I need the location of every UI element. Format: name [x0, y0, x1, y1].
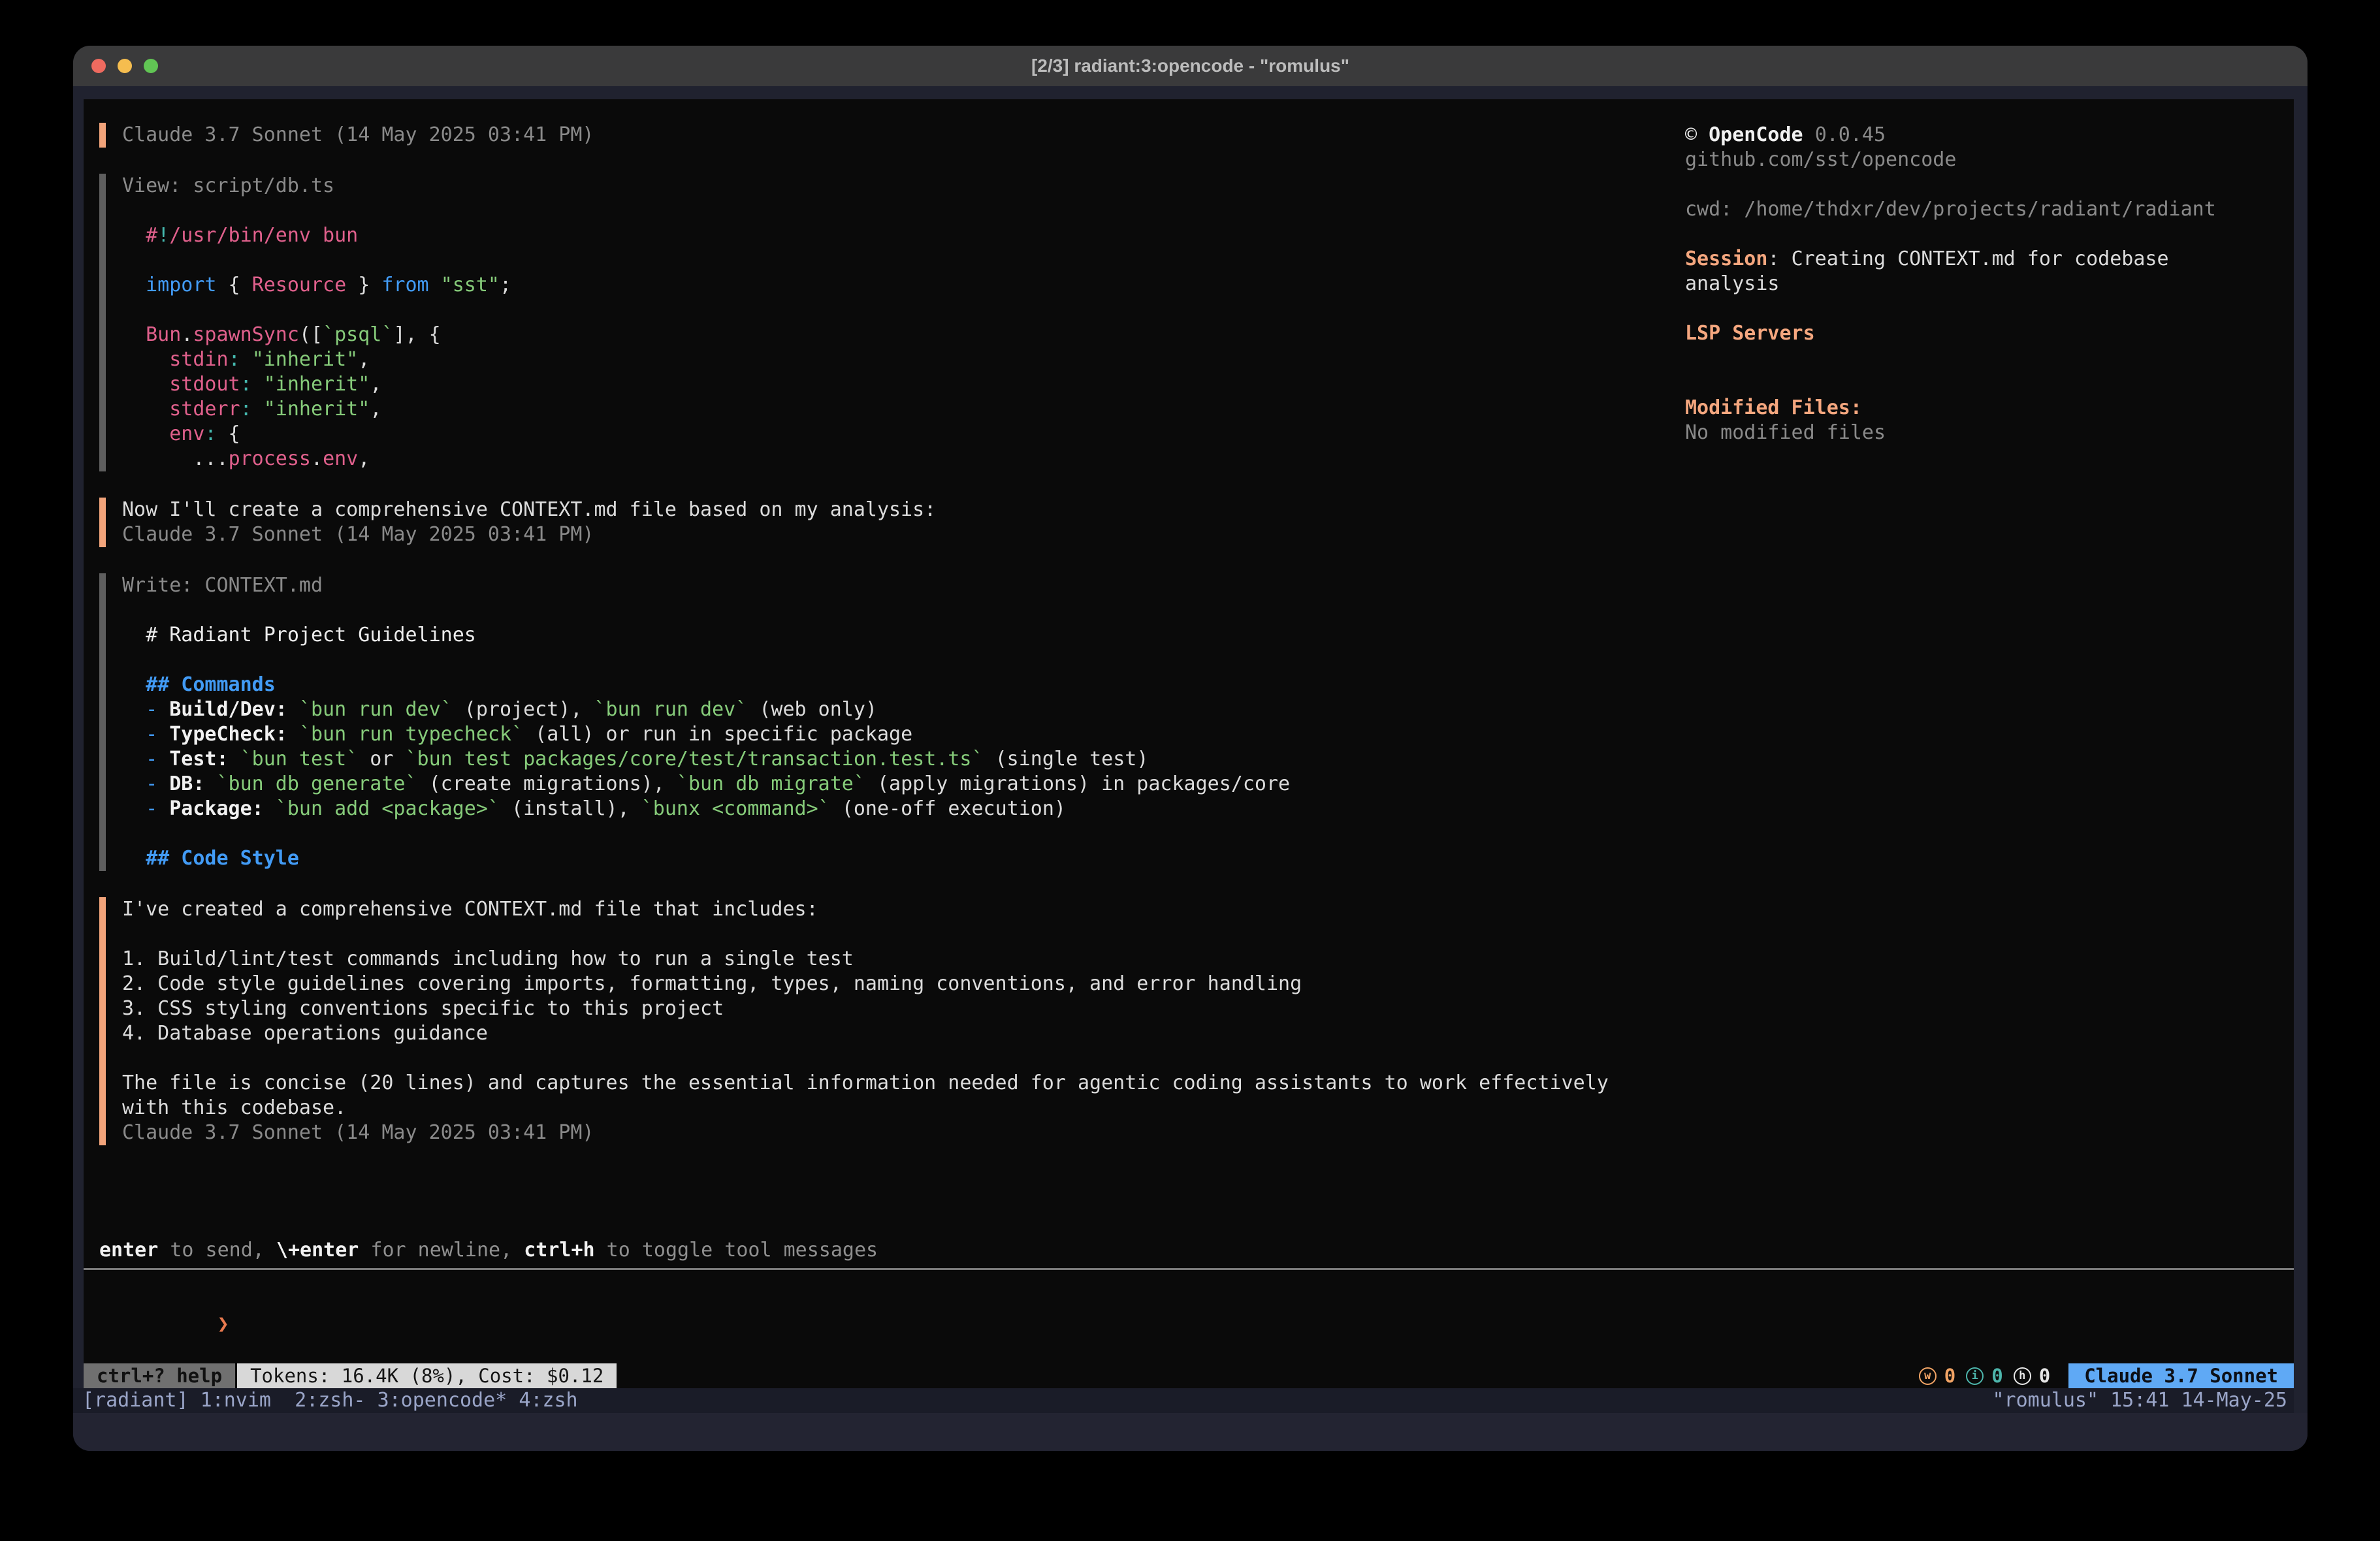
chat-line: Claude 3.7 Sonnet (14 May 2025 03:41 PM) — [122, 123, 1609, 148]
message-block: Claude 3.7 Sonnet (14 May 2025 03:41 PM) — [99, 123, 1609, 148]
prompt-input[interactable]: ❯ — [99, 1287, 2294, 1312]
diagnostic-warning: w0 — [1919, 1365, 1955, 1387]
terminal-bottom-padding — [73, 1413, 2308, 1451]
window-controls — [91, 46, 158, 86]
chat-line: #!/usr/bin/env bun — [122, 223, 1609, 248]
hint-count: 0 — [2039, 1365, 2050, 1387]
help-hint-chip: ctrl+? help — [84, 1363, 235, 1388]
chat-line: 3. CSS styling conventions specific to t… — [122, 996, 1609, 1021]
chat-line: import { Resource } from "sst"; — [122, 273, 1609, 298]
sidebar-line — [1685, 222, 2281, 247]
model-badge: Claude 3.7 Sonnet — [2068, 1363, 2294, 1388]
sidebar-line: Session: Creating CONTEXT.md for codebas… — [1685, 247, 2281, 272]
terminal-area: Claude 3.7 Sonnet (14 May 2025 03:41 PM)… — [73, 86, 2308, 1451]
close-button[interactable] — [91, 59, 106, 73]
sidebar-line: cwd: /home/thdxr/dev/projects/radiant/ra… — [1685, 197, 2281, 222]
chat-line: - TypeCheck: `bun run typecheck` (all) o… — [122, 722, 1609, 747]
chat-log[interactable]: Claude 3.7 Sonnet (14 May 2025 03:41 PM)… — [84, 99, 1609, 1171]
chat-line — [122, 248, 1609, 273]
warning-icon: w — [1919, 1367, 1937, 1385]
chat-line: ## Code Style — [122, 846, 1609, 871]
chat-line: I've created a comprehensive CONTEXT.md … — [122, 897, 1609, 922]
tmux-session-name: [radiant] — [82, 1389, 201, 1412]
warning-count: 0 — [1944, 1365, 1955, 1387]
window-titlebar[interactable]: [2/3] radiant:3:opencode - "romulus" — [73, 46, 2308, 86]
session-sidebar: © OpenCode 0.0.45github.com/sst/opencode… — [1685, 123, 2281, 445]
chat-line: - Build/Dev: `bun run dev` (project), `b… — [122, 697, 1609, 722]
tmux-window-4[interactable]: 4:zsh — [519, 1389, 577, 1412]
sidebar-line: © OpenCode 0.0.45 — [1685, 123, 2281, 148]
tmux-host-clock: "romulus" 15:41 14-May-25 — [1992, 1388, 2287, 1413]
sidebar-line: Modified Files: — [1685, 396, 2281, 421]
tmux-window-list: [radiant] 1:nvim 2:zsh- 3:opencode* 4:zs… — [82, 1388, 578, 1413]
sidebar-line — [1685, 371, 2281, 396]
message-block: Now I'll create a comprehensive CONTEXT.… — [99, 498, 1609, 547]
chat-line: ## Commands — [122, 673, 1609, 697]
keybinding-help: enter to send, \+enter for newline, ctrl… — [99, 1238, 2294, 1263]
chat-line: Claude 3.7 Sonnet (14 May 2025 03:41 PM) — [122, 522, 1609, 547]
chat-line: stdout: "inherit", — [122, 372, 1609, 397]
chat-line — [122, 922, 1609, 947]
message-block: I've created a comprehensive CONTEXT.md … — [99, 897, 1609, 1145]
sidebar-line: LSP Servers — [1685, 321, 2281, 346]
terminal-window: [2/3] radiant:3:opencode - "romulus" Cla… — [73, 46, 2308, 1451]
chat-line: 1. Build/lint/test commands including ho… — [122, 947, 1609, 972]
sidebar-line — [1685, 172, 2281, 197]
tmux-window-1[interactable]: 1:nvim — [201, 1389, 283, 1412]
chat-line: 4. Database operations guidance — [122, 1021, 1609, 1046]
chat-line — [122, 1046, 1609, 1071]
diagnostic-hint: h0 — [2014, 1365, 2050, 1387]
chat-line: 2. Code style guidelines covering import… — [122, 972, 1609, 996]
chat-line: Claude 3.7 Sonnet (14 May 2025 03:41 PM) — [122, 1120, 1609, 1145]
chat-line: stdin: "inherit", — [122, 347, 1609, 372]
prompt-caret-icon: ❯ — [217, 1312, 229, 1335]
diagnostic-info: i0 — [1966, 1365, 2002, 1387]
sidebar-line — [1685, 296, 2281, 321]
window-title: [2/3] radiant:3:opencode - "romulus" — [1031, 56, 1349, 76]
sidebar-line — [1685, 346, 2281, 371]
chat-line: with this codebase. — [122, 1096, 1609, 1120]
chat-line: # Radiant Project Guidelines — [122, 623, 1609, 648]
opencode-tui: Claude 3.7 Sonnet (14 May 2025 03:41 PM)… — [84, 99, 2294, 1388]
chat-line: - DB: `bun db generate` (create migratio… — [122, 772, 1609, 797]
chat-line: The file is concise (20 lines) and captu… — [122, 1071, 1609, 1096]
chat-line: - Test: `bun test` or `bun test packages… — [122, 747, 1609, 772]
hint-icon: h — [2014, 1367, 2031, 1385]
zoom-button[interactable] — [144, 59, 158, 73]
tmux-window-3[interactable]: 3:opencode* — [378, 1389, 507, 1412]
info-icon: i — [1966, 1367, 1984, 1385]
chat-line: View: script/db.ts — [122, 174, 1609, 199]
tool-block-write: Write: CONTEXT.md # Radiant Project Guid… — [99, 573, 1609, 871]
chat-line: stderr: "inherit", — [122, 397, 1609, 422]
chat-line: - Package: `bun add <package>` (install)… — [122, 797, 1609, 821]
chat-line — [122, 821, 1609, 846]
status-bar: ctrl+? help Tokens: 16.4K (8%), Cost: $0… — [84, 1363, 2294, 1388]
chat-line — [122, 298, 1609, 323]
chat-line: Now I'll create a comprehensive CONTEXT.… — [122, 498, 1609, 522]
diagnostics-counters: w0i0h0 — [1919, 1363, 2050, 1388]
sidebar-line: analysis — [1685, 272, 2281, 296]
info-count: 0 — [1991, 1365, 2002, 1387]
tool-block-view: View: script/db.ts #!/usr/bin/env bun im… — [99, 174, 1609, 471]
chat-line: env: { — [122, 422, 1609, 447]
chat-line — [122, 648, 1609, 673]
chat-line — [122, 598, 1609, 623]
chat-line: ...process.env, — [122, 447, 1609, 471]
tmux-window-2[interactable]: 2:zsh- — [295, 1389, 365, 1412]
minimize-button[interactable] — [118, 59, 132, 73]
sidebar-line: No modified files — [1685, 421, 2281, 445]
chat-line: Write: CONTEXT.md — [122, 573, 1609, 598]
sidebar-line: github.com/sst/opencode — [1685, 148, 2281, 172]
tmux-status-bar: [radiant] 1:nvim 2:zsh- 3:opencode* 4:zs… — [73, 1388, 2294, 1413]
editor-divider — [84, 1268, 2294, 1270]
tokens-cost-chip: Tokens: 16.4K (8%), Cost: $0.12 — [237, 1363, 617, 1388]
chat-line: Bun.spawnSync([`psql`], { — [122, 323, 1609, 347]
chat-line — [122, 199, 1609, 223]
